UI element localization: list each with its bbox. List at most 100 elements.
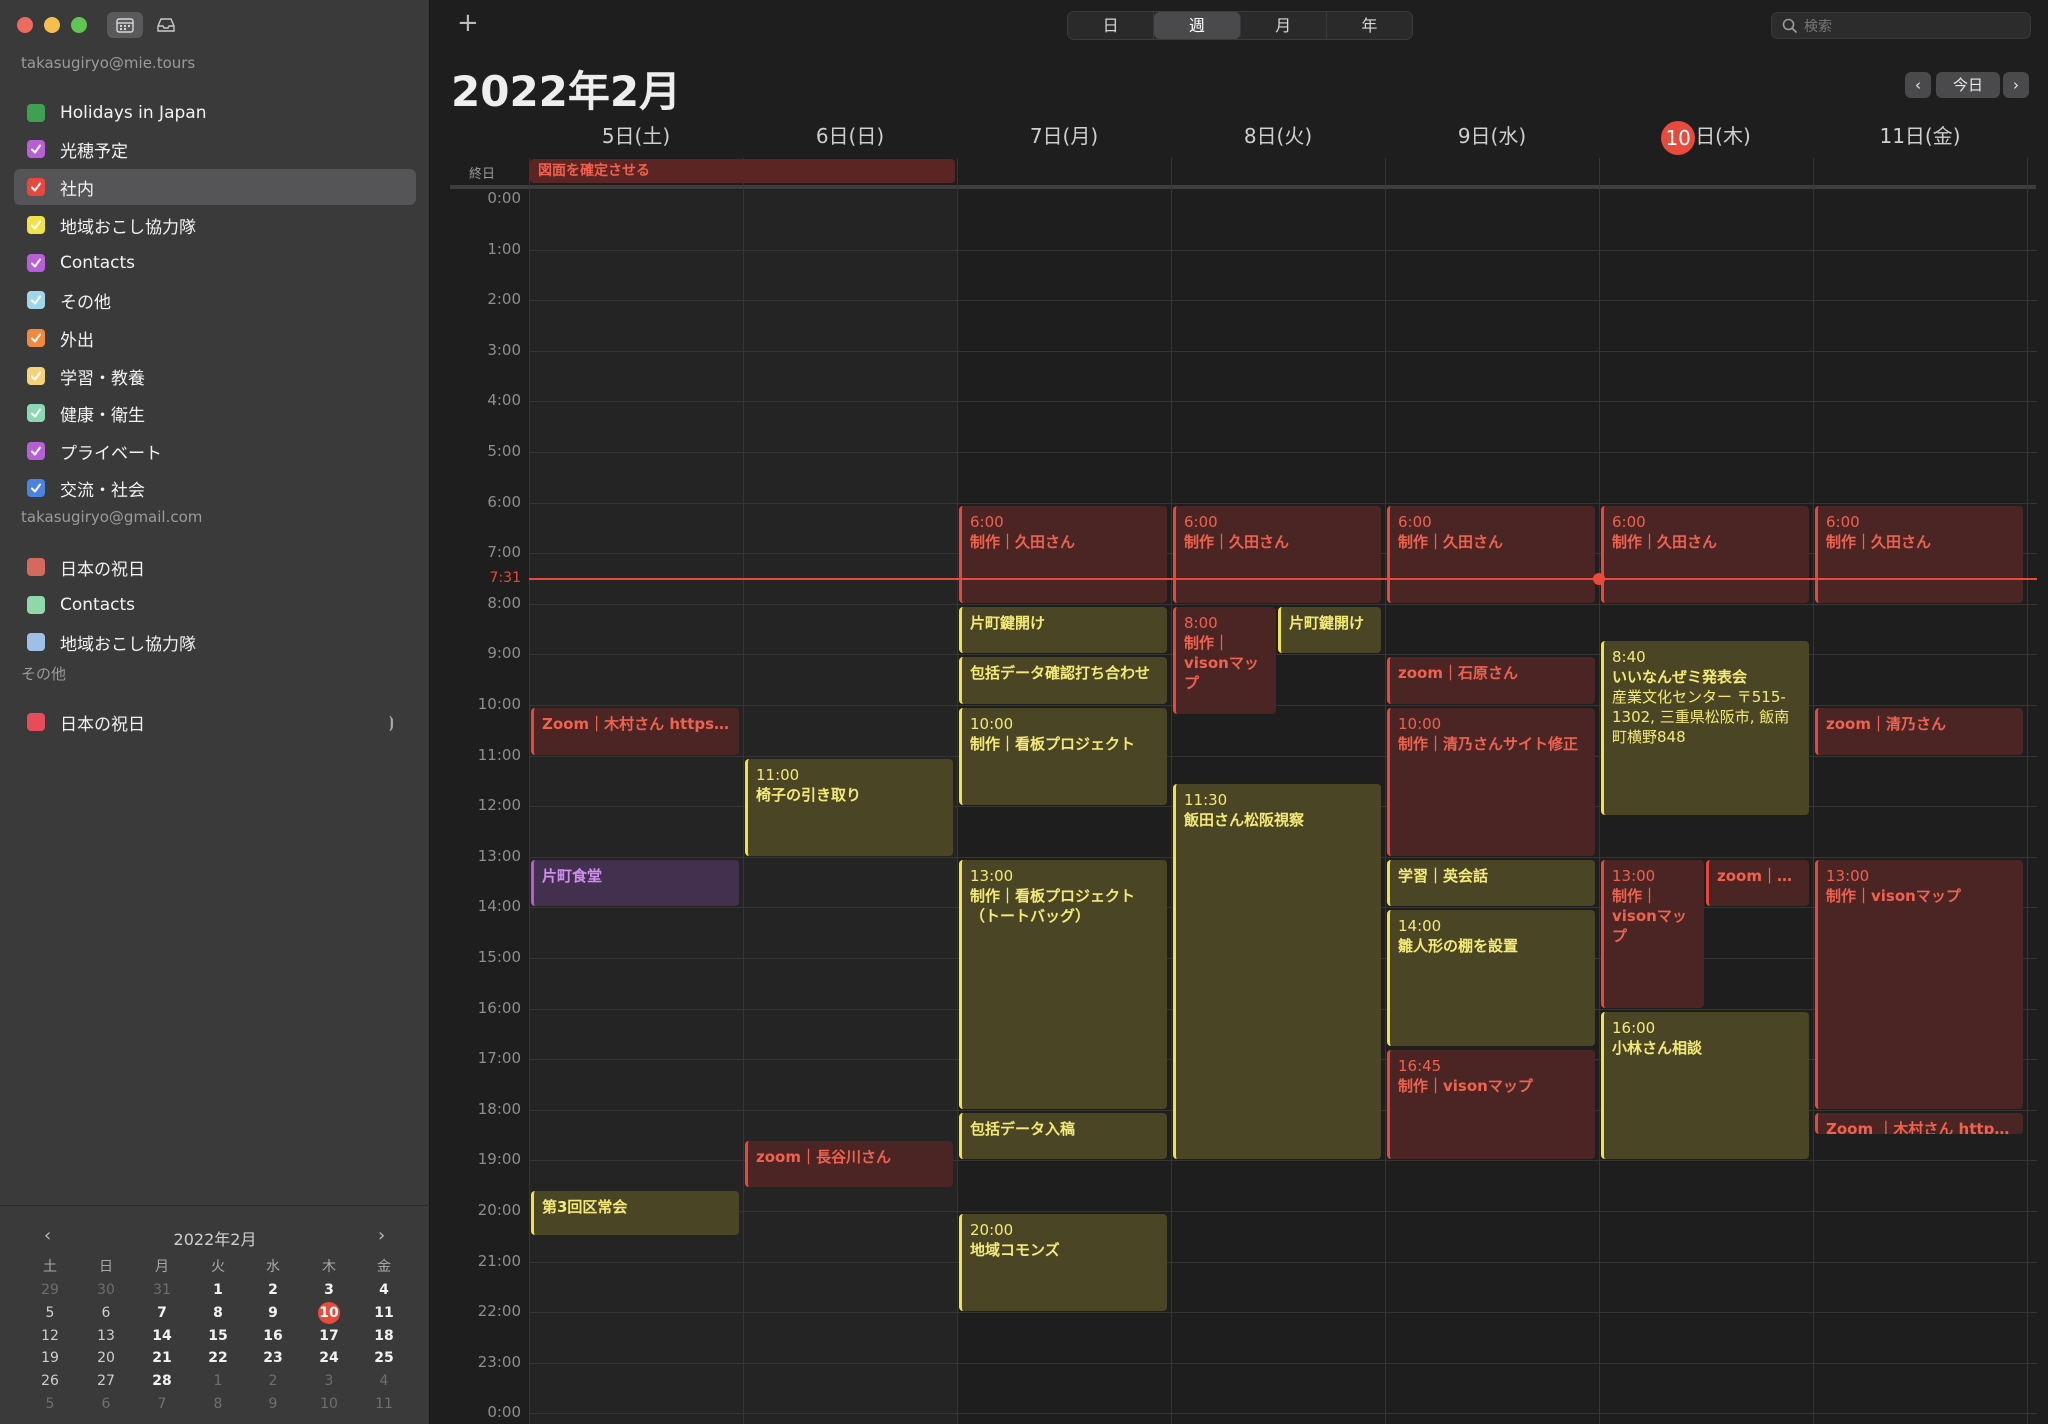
calendar-event[interactable]: 第3回区常会 bbox=[531, 1191, 739, 1236]
mini-calendar-day[interactable]: 17 bbox=[309, 1326, 349, 1346]
mini-calendar-day[interactable]: 19 bbox=[30, 1348, 70, 1368]
mini-calendar-day[interactable]: 16 bbox=[253, 1326, 293, 1346]
calendar-item[interactable]: 学習・教養 bbox=[14, 358, 416, 394]
calendar-event[interactable]: 13:00 制作｜visonマップ bbox=[1815, 859, 2023, 1109]
calendar-checkbox[interactable] bbox=[27, 104, 45, 122]
calendar-list-toggle-button[interactable] bbox=[107, 12, 143, 38]
mini-calendar-day[interactable]: 5 bbox=[30, 1303, 70, 1323]
mini-calendar-day[interactable]: 13 bbox=[86, 1326, 126, 1346]
calendar-event[interactable]: 片町鍵開け bbox=[1278, 606, 1381, 654]
calendar-event[interactable]: 片町食堂 bbox=[531, 859, 739, 907]
day-header[interactable]: 8日(火) bbox=[1171, 120, 1385, 149]
mini-calendar-day[interactable]: 26 bbox=[30, 1371, 70, 1391]
mini-calendar-day[interactable]: 14 bbox=[142, 1326, 182, 1346]
calendar-checkbox[interactable] bbox=[27, 713, 45, 731]
calendar-item[interactable]: 光穂予定 bbox=[14, 131, 416, 167]
close-window-button[interactable] bbox=[17, 17, 33, 33]
mini-calendar-day[interactable]: 25 bbox=[364, 1348, 404, 1368]
calendar-checkbox[interactable] bbox=[27, 329, 45, 347]
calendar-checkbox[interactable] bbox=[27, 633, 45, 651]
calendar-event[interactable]: 包括データ入稿 bbox=[959, 1112, 1167, 1160]
calendar-event[interactable]: 学習｜英会話 bbox=[1387, 859, 1595, 907]
mini-calendar-day[interactable]: 1 bbox=[198, 1280, 238, 1300]
day-header[interactable]: 9日(水) bbox=[1385, 120, 1599, 149]
calendar-event[interactable]: Zoom ｜木村さん https:/... bbox=[1815, 1112, 2023, 1135]
calendar-checkbox[interactable] bbox=[27, 254, 45, 272]
calendar-item[interactable]: 日本の祝日 bbox=[14, 549, 416, 585]
calendar-checkbox[interactable] bbox=[27, 178, 45, 196]
mini-calendar-day[interactable]: 5 bbox=[30, 1394, 70, 1414]
mini-calendar-day[interactable]: 29 bbox=[30, 1280, 70, 1300]
mini-calendar-day[interactable]: 23 bbox=[253, 1348, 293, 1368]
calendar-event[interactable]: 10:00 制作｜清乃さんサイト修正 bbox=[1387, 708, 1595, 856]
mini-calendar-day[interactable]: 15 bbox=[198, 1326, 238, 1346]
mini-calendar-day[interactable]: 10 bbox=[318, 1301, 340, 1324]
mini-calendar-day[interactable]: 11 bbox=[364, 1303, 404, 1323]
calendar-event[interactable]: 20:00 地域コモンズ bbox=[959, 1214, 1167, 1312]
calendar-checkbox[interactable] bbox=[27, 216, 45, 234]
calendar-event[interactable]: zoom｜長谷川さん bbox=[745, 1140, 953, 1188]
calendar-event[interactable]: 16:45 制作｜visonマップ bbox=[1387, 1049, 1595, 1160]
mini-calendar-day[interactable]: 12 bbox=[30, 1326, 70, 1346]
all-day-event[interactable]: 図面を確定させる bbox=[530, 159, 955, 183]
day-header[interactable]: 5日(土) bbox=[529, 120, 743, 149]
calendar-event[interactable]: 6:00 制作｜久田さん bbox=[1601, 505, 1809, 603]
calendar-item[interactable]: 外出 bbox=[14, 320, 416, 356]
mini-calendar-day[interactable]: 18 bbox=[364, 1326, 404, 1346]
mini-calendar-day[interactable]: 11 bbox=[364, 1394, 404, 1414]
calendar-event[interactable]: 6:00 制作｜久田さん bbox=[1815, 505, 2023, 603]
calendar-item[interactable]: 地域おこし協力隊 bbox=[14, 207, 416, 243]
calendar-event[interactable]: 13:00 制作｜看板プロジェクト（トートバッグ） bbox=[959, 859, 1167, 1109]
calendar-item[interactable]: 地域おこし協力隊 bbox=[14, 624, 416, 660]
mini-calendar-day[interactable]: 2 bbox=[253, 1371, 293, 1391]
mini-calendar-day[interactable]: 10 bbox=[309, 1394, 349, 1414]
mini-calendar-day[interactable]: 20 bbox=[86, 1348, 126, 1368]
mini-calendar-day[interactable]: 31 bbox=[142, 1280, 182, 1300]
calendar-item[interactable]: 健康・衛生 bbox=[14, 395, 416, 431]
calendar-event[interactable]: zoom｜vi... bbox=[1706, 859, 1809, 907]
mini-calendar-day[interactable]: 8 bbox=[198, 1303, 238, 1323]
calendar-event[interactable]: 8:00 制作｜visonマップ bbox=[1173, 606, 1276, 715]
inbox-button[interactable] bbox=[148, 12, 184, 38]
mini-calendar-day[interactable]: 7 bbox=[142, 1303, 182, 1323]
mini-calendar-day[interactable]: 6 bbox=[86, 1303, 126, 1323]
mini-calendar-day[interactable]: 7 bbox=[142, 1394, 182, 1414]
mini-calendar-day[interactable]: 9 bbox=[253, 1394, 293, 1414]
mini-calendar-day[interactable]: 9 bbox=[253, 1303, 293, 1323]
mini-calendar-day[interactable]: 24 bbox=[309, 1348, 349, 1368]
calendar-item[interactable]: Contacts bbox=[14, 587, 416, 623]
calendar-item[interactable]: 日本の祝日 ⦘ bbox=[14, 704, 416, 740]
calendar-item[interactable]: 交流・社会 bbox=[14, 470, 416, 506]
calendar-event[interactable]: 11:30 飯田さん松阪視察 bbox=[1173, 783, 1381, 1160]
mini-calendar-day[interactable]: 27 bbox=[86, 1371, 126, 1391]
calendar-item[interactable]: プライベート bbox=[14, 433, 416, 469]
mini-calendar-day[interactable]: 28 bbox=[142, 1371, 182, 1391]
calendar-item[interactable]: Contacts bbox=[14, 245, 416, 281]
mini-calendar-day[interactable]: 3 bbox=[309, 1371, 349, 1391]
calendar-checkbox[interactable] bbox=[27, 291, 45, 309]
calendar-event[interactable]: 6:00 制作｜久田さん bbox=[1387, 505, 1595, 603]
mini-calendar-day[interactable]: 30 bbox=[86, 1280, 126, 1300]
mini-calendar-day[interactable]: 8 bbox=[198, 1394, 238, 1414]
calendar-event[interactable]: zoom｜清乃さん bbox=[1815, 708, 2023, 755]
calendar-item[interactable]: 社内 bbox=[14, 169, 416, 205]
calendar-event[interactable]: 6:00 制作｜久田さん bbox=[959, 505, 1167, 603]
calendar-event[interactable]: 14:00 雛人形の棚を設置 bbox=[1387, 910, 1595, 1046]
day-header[interactable]: 10 日(木) bbox=[1599, 120, 1813, 155]
calendar-event[interactable]: 片町鍵開け bbox=[959, 606, 1167, 654]
calendar-item[interactable]: その他 bbox=[14, 282, 416, 318]
mini-calendar-day[interactable]: 21 bbox=[142, 1348, 182, 1368]
calendar-checkbox[interactable] bbox=[27, 596, 45, 614]
zoom-window-button[interactable] bbox=[71, 17, 87, 33]
mini-calendar-day[interactable]: 4 bbox=[364, 1371, 404, 1391]
calendar-event[interactable]: 6:00 制作｜久田さん bbox=[1173, 505, 1381, 603]
calendar-checkbox[interactable] bbox=[27, 404, 45, 422]
calendar-checkbox[interactable] bbox=[27, 442, 45, 460]
day-header[interactable]: 6日(日) bbox=[743, 120, 957, 149]
calendar-checkbox[interactable] bbox=[27, 367, 45, 385]
calendar-event[interactable]: 11:00 椅子の引き取り bbox=[745, 758, 953, 856]
calendar-event[interactable]: 包括データ確認打ち合わせ bbox=[959, 657, 1167, 704]
mini-calendar-next-button[interactable]: › bbox=[378, 1225, 385, 1246]
minimize-window-button[interactable] bbox=[44, 17, 60, 33]
calendar-event[interactable]: 13:00 制作｜visonマップ bbox=[1601, 859, 1704, 1008]
